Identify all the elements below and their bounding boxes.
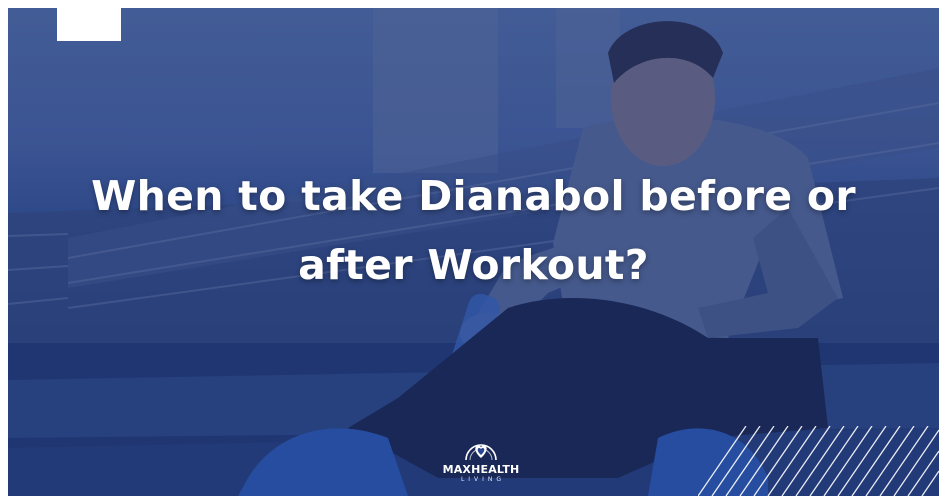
corner-accent-square <box>57 8 121 41</box>
hero-banner: When to take Dianabol before or after Wo… <box>8 8 939 496</box>
headline-line-1: When to take Dianabol before or <box>91 172 856 220</box>
maxhealth-logo: MAXHEALTH LIVING <box>431 434 531 494</box>
logo-wordmark: MAXHEALTH <box>442 463 520 476</box>
logo-tagline: LIVING <box>460 476 506 483</box>
heart-in-arch-icon <box>465 444 497 461</box>
diagonal-stripes-decoration <box>698 426 939 496</box>
headline-line-2: after Workout? <box>298 241 649 289</box>
